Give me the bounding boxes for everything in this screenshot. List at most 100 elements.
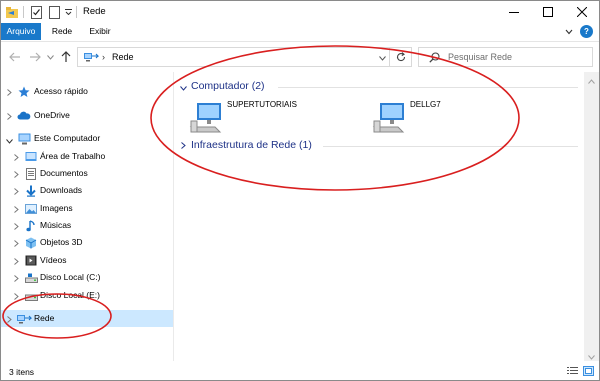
address-separator[interactable]: › <box>102 52 105 62</box>
chevron-down-icon[interactable] <box>180 83 187 93</box>
explorer-app-icon[interactable] <box>4 4 20 20</box>
videos-icon <box>24 254 38 267</box>
sidebar-item-label: Disco Local (E:) <box>40 290 100 300</box>
ribbon-tabs: Arquivo Rede Exibir ? <box>1 23 599 40</box>
navigation-pane[interactable]: Acesso rápido OneDrive Este Computador Á… <box>1 72 173 361</box>
sidebar-item-label: Imagens <box>40 203 73 213</box>
list-item-dellg7[interactable]: DELLG7 <box>372 100 492 136</box>
group-header-computador[interactable]: Computador (2) <box>178 79 578 95</box>
chevron-right-icon[interactable] <box>14 257 19 267</box>
back-button[interactable] <box>8 50 22 64</box>
sidebar-item-downloads[interactable]: Downloads <box>1 182 173 199</box>
expand-ribbon-icon[interactable] <box>565 27 573 37</box>
search-icon <box>429 52 440 65</box>
chevron-right-icon[interactable] <box>14 274 19 284</box>
forward-button[interactable] <box>28 50 42 64</box>
documents-icon <box>24 167 38 180</box>
close-button[interactable] <box>565 1 599 23</box>
sidebar-item-label: Este Computador <box>34 133 101 143</box>
chevron-right-icon[interactable] <box>14 170 19 180</box>
sidebar-item-documentos[interactable]: Documentos <box>1 165 173 182</box>
network-icon <box>16 312 32 325</box>
chevron-right-icon[interactable] <box>7 112 12 122</box>
chevron-right-icon[interactable] <box>7 315 12 325</box>
chevron-right-icon[interactable] <box>14 222 19 232</box>
music-note-icon <box>24 219 38 232</box>
group-title: Computador (2) <box>191 80 265 92</box>
chevron-right-icon[interactable] <box>14 205 19 215</box>
search-box[interactable]: Pesquisar Rede <box>418 47 593 67</box>
group-header-infraestrutura[interactable]: Infraestrutura de Rede (1) <box>178 138 578 154</box>
refresh-icon <box>396 52 405 62</box>
help-icon[interactable]: ? <box>580 25 593 38</box>
sidebar-item-onedrive[interactable]: OneDrive <box>1 107 173 124</box>
vertical-scrollbar[interactable] <box>584 72 599 361</box>
sidebar-item-musicas[interactable]: Músicas <box>1 217 173 234</box>
sidebar-item-label: OneDrive <box>34 110 70 120</box>
address-path[interactable]: Rede <box>112 52 134 62</box>
sidebar-item-videos[interactable]: Vídeos <box>1 252 173 269</box>
properties-icon[interactable] <box>29 4 43 20</box>
up-arrow-icon <box>61 51 71 62</box>
item-count: 3 itens <box>9 367 35 377</box>
sidebar-item-imagens[interactable]: Imagens <box>1 200 173 217</box>
sidebar-item-label: Disco Local (C:) <box>40 272 101 282</box>
tab-rede[interactable]: Rede <box>47 23 77 40</box>
details-view-icon[interactable] <box>567 366 578 376</box>
sidebar-item-disco-local-e[interactable]: Disco Local (E:) <box>1 287 173 304</box>
up-button[interactable] <box>59 50 73 64</box>
maximize-icon <box>543 7 553 17</box>
chevron-down-icon[interactable] <box>6 136 13 146</box>
toolbar-divider <box>22 4 24 20</box>
minimize-icon <box>509 12 519 13</box>
recent-locations-button[interactable] <box>45 50 55 64</box>
sidebar-item-este-computador[interactable]: Este Computador <box>1 130 173 147</box>
sidebar-item-rede[interactable]: Rede <box>1 310 173 327</box>
sidebar-item-disco-local-c[interactable]: Disco Local (C:) <box>1 269 173 286</box>
pictures-icon <box>24 202 38 215</box>
sidebar-item-acesso-rapido[interactable]: Acesso rápido <box>1 83 173 100</box>
sidebar-item-label: Documentos <box>40 168 88 178</box>
sidebar-item-label: Objetos 3D <box>40 237 83 247</box>
new-folder-icon[interactable] <box>47 4 61 20</box>
search-input[interactable]: Pesquisar Rede <box>448 52 512 62</box>
customize-toolbar-icon[interactable] <box>63 4 73 20</box>
group-divider <box>278 87 578 88</box>
star-icon <box>17 85 31 98</box>
tab-exibir[interactable]: Exibir <box>83 23 117 40</box>
list-item-supertutoriais[interactable]: SUPERTUTORIAIS <box>189 100 339 136</box>
navigation-bar: › Rede Pesquisar Rede <box>1 41 599 71</box>
sidebar-item-label: Rede <box>34 313 55 323</box>
minimize-button[interactable] <box>497 1 531 23</box>
address-dropdown-icon[interactable] <box>379 53 386 63</box>
chevron-right-icon[interactable] <box>14 153 19 163</box>
scroll-up-icon[interactable] <box>588 76 595 86</box>
refresh-button[interactable] <box>389 48 411 66</box>
chevron-right-icon[interactable] <box>14 187 19 197</box>
maximize-button[interactable] <box>531 1 565 23</box>
sidebar-item-label: Músicas <box>40 220 72 230</box>
computer-icon <box>17 132 31 145</box>
forward-arrow-icon <box>30 52 41 62</box>
3d-objects-icon <box>24 236 38 249</box>
chevron-right-icon[interactable] <box>7 88 12 98</box>
chevron-right-icon[interactable] <box>181 141 186 151</box>
chevron-right-icon[interactable] <box>14 292 19 302</box>
drive-icon <box>24 289 38 302</box>
file-list-view[interactable]: Computador (2) SUPERTUTORIAIS DELLG7 Inf… <box>174 72 584 361</box>
tab-arquivo[interactable]: Arquivo <box>1 23 41 40</box>
large-icons-view-icon[interactable] <box>583 366 594 376</box>
item-label: SUPERTUTORIAIS <box>227 100 297 109</box>
sidebar-item-label: Downloads <box>40 185 83 195</box>
item-label: DELLG7 <box>410 100 441 109</box>
status-bar: 3 itens <box>1 361 599 380</box>
address-bar[interactable]: › Rede <box>77 47 412 67</box>
drive-icon <box>24 271 38 284</box>
chevron-down-icon <box>46 54 54 60</box>
sidebar-item-objetos-3d[interactable]: Objetos 3D <box>1 234 173 251</box>
sidebar-item-area-de-trabalho[interactable]: Área de Trabalho <box>1 148 173 165</box>
sidebar-item-label: Acesso rápido <box>34 86 88 96</box>
computer-icon <box>189 102 223 136</box>
chevron-right-icon[interactable] <box>14 239 19 249</box>
network-icon <box>83 51 100 65</box>
